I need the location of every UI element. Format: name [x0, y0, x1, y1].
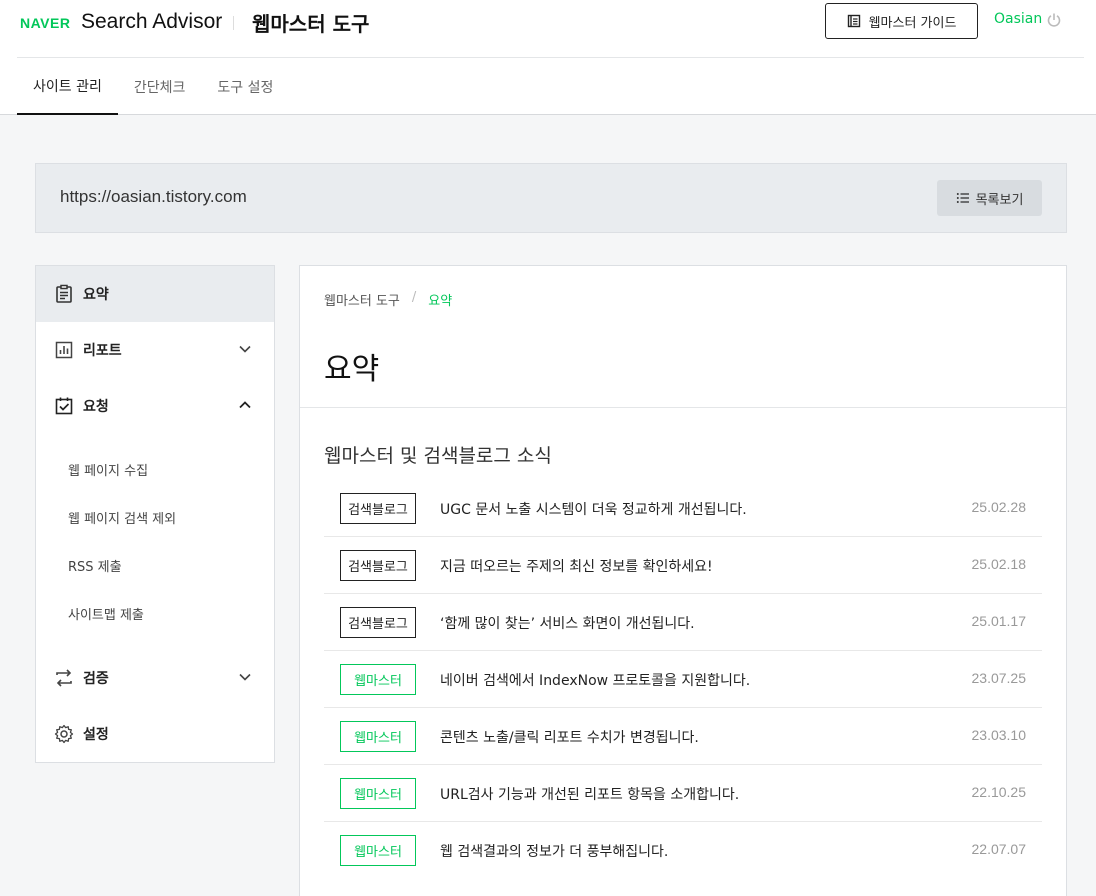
chart-icon: [55, 341, 73, 359]
news-date: 22.10.25: [971, 784, 1027, 800]
tab-site-management[interactable]: 사이트 관리: [17, 58, 118, 115]
webmaster-tools-title[interactable]: 웹마스터 도구: [252, 8, 369, 37]
sidebar-item-verify[interactable]: 검증: [36, 650, 274, 706]
news-date: 23.07.25: [971, 670, 1027, 686]
news-title[interactable]: 네이버 검색에서 IndexNow 프로토콜을 지원합니다.: [440, 670, 750, 690]
site-url: https://oasian.tistory.com: [60, 187, 247, 206]
news-title[interactable]: URL검사 기능과 개선된 리포트 항목을 소개합니다.: [440, 784, 739, 804]
logo-divider: [233, 16, 234, 30]
sidebar-item-report[interactable]: 리포트: [36, 322, 274, 378]
news-title[interactable]: 콘텐츠 노출/클릭 리포트 수치가 변경됩니다.: [440, 727, 699, 747]
list-icon: [956, 193, 969, 203]
news-title[interactable]: 웹 검색결과의 정보가 더 풍부해집니다.: [440, 841, 668, 861]
sidebar-item-summary[interactable]: 요약: [36, 266, 274, 322]
news-item[interactable]: 웹마스터 웹 검색결과의 정보가 더 풍부해집니다. 22.07.07: [324, 822, 1042, 879]
logout-power-icon[interactable]: [1046, 12, 1062, 28]
sidebar-item-label: 요약: [83, 287, 109, 303]
sidebar-item-label: 요청: [83, 399, 109, 415]
sidebar-item-label: 리포트: [83, 343, 122, 359]
breadcrumb-separator: /: [411, 290, 417, 305]
news-date: 25.02.18: [971, 556, 1027, 572]
search-advisor-logo[interactable]: Search Advisor: [81, 10, 222, 34]
news-date: 23.03.10: [971, 727, 1027, 743]
tab-tool-settings[interactable]: 도구 설정: [201, 58, 289, 115]
news-date: 25.01.17: [971, 613, 1027, 629]
category-badge: 웹마스터: [340, 778, 416, 809]
site-list-button[interactable]: 목록보기: [937, 180, 1042, 216]
category-badge: 검색블로그: [340, 607, 416, 638]
chevron-up-icon: [239, 401, 251, 409]
news-item[interactable]: 검색블로그 지금 떠오르는 주제의 최신 정보를 확인하세요! 25.02.18: [324, 537, 1042, 594]
checklist-icon: [55, 397, 73, 415]
page-title: 요약: [324, 352, 380, 387]
news-item[interactable]: 웹마스터 콘텐츠 노출/클릭 리포트 수치가 변경됩니다. 23.03.10: [324, 708, 1042, 765]
naver-logo[interactable]: NAVER: [20, 15, 70, 31]
chevron-down-icon: [239, 345, 251, 353]
sidebar-item-label: 검증: [83, 671, 109, 687]
news-title[interactable]: ‘함께 많이 찾는’ 서비스 화면이 개선됩니다.: [440, 613, 695, 633]
sidebar: 요약 리포트 요청 웹 페이지 수집 웹 페이지 검색 제외 RSS 제출 사이…: [35, 265, 275, 763]
webmaster-guide-label: 웹마스터 가이드: [868, 15, 957, 31]
top-header: NAVER Search Advisor 웹마스터 도구 웹마스터 가이드 Oa…: [0, 0, 1096, 115]
sidebar-subitem-rss-submit[interactable]: RSS 제출: [68, 556, 122, 575]
news-date: 25.02.28: [971, 499, 1027, 515]
breadcrumb: 웹마스터 도구 / 요약: [324, 290, 452, 309]
news-item[interactable]: 웹마스터 URL검사 기능과 개선된 리포트 항목을 소개합니다. 22.10.…: [324, 765, 1042, 822]
gear-icon: [54, 724, 74, 744]
user-name[interactable]: Oasian: [994, 11, 1042, 27]
category-badge: 검색블로그: [340, 550, 416, 581]
news-list: 검색블로그 UGC 문서 노출 시스템이 더욱 정교하게 개선됩니다. 25.0…: [324, 480, 1042, 879]
chevron-down-icon: [239, 673, 251, 681]
category-badge: 웹마스터: [340, 664, 416, 695]
sidebar-subitem-sitemap-submit[interactable]: 사이트맵 제출: [68, 604, 144, 623]
news-item[interactable]: 검색블로그 UGC 문서 노출 시스템이 더욱 정교하게 개선됩니다. 25.0…: [324, 480, 1042, 537]
main-tabs: 사이트 관리 간단체크 도구 설정: [17, 58, 289, 115]
book-icon: [847, 14, 860, 28]
site-list-label: 목록보기: [975, 192, 1024, 208]
category-badge: 검색블로그: [340, 493, 416, 524]
news-date: 22.07.07: [971, 841, 1027, 857]
sidebar-item-label: 설정: [83, 727, 109, 743]
category-badge: 웹마스터: [340, 835, 416, 866]
breadcrumb-item[interactable]: 웹마스터 도구: [324, 290, 400, 309]
tab-quick-check[interactable]: 간단체크: [118, 58, 202, 115]
main-content: 웹마스터 도구 / 요약 요약 웹마스터 및 검색블로그 소식 검색블로그 UG…: [299, 265, 1067, 896]
category-badge: 웹마스터: [340, 721, 416, 752]
site-url-bar: https://oasian.tistory.com 목록보기: [35, 163, 1067, 233]
news-item[interactable]: 웹마스터 네이버 검색에서 IndexNow 프로토콜을 지원합니다. 23.0…: [324, 651, 1042, 708]
clipboard-icon: [56, 284, 72, 303]
breadcrumb-current: 요약: [428, 294, 453, 309]
news-section-title: 웹마스터 및 검색블로그 소식: [324, 445, 552, 467]
sidebar-item-settings[interactable]: 설정: [36, 706, 274, 762]
sidebar-item-request[interactable]: 요청: [36, 378, 274, 434]
news-title[interactable]: UGC 문서 노출 시스템이 더욱 정교하게 개선됩니다.: [440, 499, 747, 519]
news-item[interactable]: 검색블로그 ‘함께 많이 찾는’ 서비스 화면이 개선됩니다. 25.01.17: [324, 594, 1042, 651]
title-divider: [300, 407, 1066, 408]
sidebar-subitem-web-page-collect[interactable]: 웹 페이지 수집: [68, 460, 148, 479]
webmaster-guide-button[interactable]: 웹마스터 가이드: [825, 3, 978, 39]
news-title[interactable]: 지금 떠오르는 주제의 최신 정보를 확인하세요!: [440, 556, 713, 576]
sidebar-subitem-web-page-exclude[interactable]: 웹 페이지 검색 제외: [68, 508, 176, 527]
sync-icon: [56, 669, 72, 687]
